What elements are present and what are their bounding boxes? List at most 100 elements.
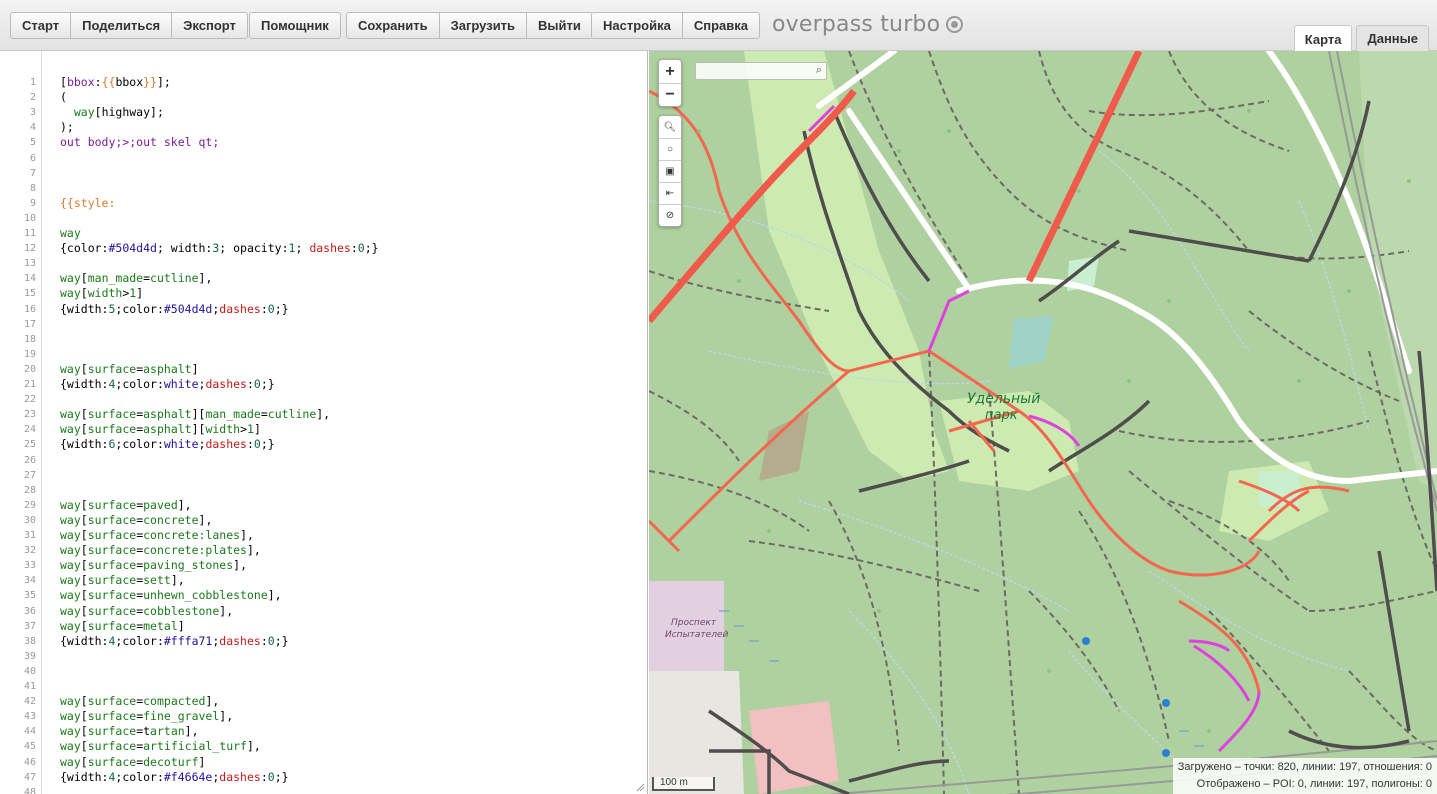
code-text[interactable]: out body;>;out skel qt; [60,135,219,150]
code-line[interactable]: 42 way[surface=compacted], [0,694,640,709]
code-line[interactable]: 2( [0,90,640,105]
tab-map[interactable]: Карта [1293,25,1353,52]
code-line[interactable]: 7 [0,166,640,181]
code-text[interactable]: way[surface=sett], [60,573,185,588]
code-line[interactable]: 46 way[surface=decoturf] [0,755,640,770]
search-icon[interactable]: 🔍︎ [659,116,681,138]
code-text[interactable]: way[surface=unhewn_cobblestone], [60,588,282,603]
code-line[interactable]: 28 [0,483,640,498]
code-line[interactable]: 39 [0,649,640,664]
code-text[interactable]: way[surface=compacted], [60,694,219,709]
export-button[interactable]: Экспорт [172,12,248,39]
zoom-out-button[interactable]: − [659,83,681,106]
load-button[interactable]: Загрузить [439,12,528,39]
code-line[interactable]: 24 way[surface=asphalt][width>1] [0,422,640,437]
code-line[interactable]: 38 {width:4;color:#fffa71;dashes:0;} [0,634,640,649]
code-line[interactable]: 21 {width:4;color:white;dashes:0;} [0,377,640,392]
code-text[interactable]: way[surface=concrete:lanes], [60,528,254,543]
code-line[interactable]: 17 [0,317,640,332]
code-text[interactable]: ( [60,90,67,105]
code-text[interactable]: way[highway]; [60,105,164,120]
code-text[interactable]: {width:5;color:#504d4d;dashes:0;} [60,302,289,317]
code-line[interactable]: 23 way[surface=asphalt][man_made=cutline]… [0,407,640,422]
code-line[interactable]: 9 {{style: [0,196,640,211]
code-line[interactable]: 32 way[surface=concrete:plates], [0,543,640,558]
code-text[interactable]: ); [60,120,74,135]
code-line[interactable]: 44 way[surface=tartan], [0,724,640,739]
code-line[interactable]: 19 [0,347,640,362]
code-text[interactable]: way [60,226,81,241]
code-text[interactable]: way[surface=fine_gravel], [60,709,233,724]
code-line[interactable]: 22 [0,392,640,407]
code-line[interactable]: 37 way[surface=metal] [0,619,640,634]
map-canvas[interactable] [649,51,1437,794]
code-text[interactable]: way[surface=asphalt] [60,362,199,377]
code-line[interactable]: 30 way[surface=concrete], [0,513,640,528]
settings-button[interactable]: Настройка [591,12,683,39]
locate-icon[interactable]: ○ [659,138,681,160]
code-line[interactable]: 6 [0,151,640,166]
save-button[interactable]: Сохранить [346,12,440,39]
code-line[interactable]: 8 [0,181,640,196]
code-text[interactable]: way[surface=paving_stones], [60,558,247,573]
code-text[interactable]: {width:4;color:#f4664e;dashes:0;} [60,770,289,785]
code-text[interactable]: way[surface=decoturf] [60,755,205,770]
code-line[interactable]: 15 way[width>1] [0,286,640,301]
logout-button[interactable]: Выйти [527,12,593,39]
code-line[interactable]: 43 way[surface=fine_gravel], [0,709,640,724]
code-line[interactable]: 26 [0,453,640,468]
code-text[interactable]: [bbox:{{bbox}}]; [60,75,171,90]
code-line[interactable]: 4); [0,120,640,135]
code-text[interactable]: way[surface=paved], [60,498,192,513]
code-line[interactable]: 3 way[highway]; [0,105,640,120]
code-text[interactable]: way[surface=concrete], [60,513,212,528]
code-text[interactable]: way[surface=asphalt][man_made=cutline], [60,407,330,422]
code-text[interactable]: {width:4;color:white;dashes:0;} [60,377,275,392]
code-line[interactable]: 33 way[surface=paving_stones], [0,558,640,573]
code-text[interactable]: way[surface=tartan], [60,724,199,739]
code-line[interactable]: 41 [0,679,640,694]
code-line[interactable]: 40 [0,664,640,679]
clear-icon[interactable]: ⊘ [659,204,681,226]
map-view[interactable]: Удельный парк Проспект Испытателей ⌕ + −… [649,51,1437,794]
code-line[interactable]: 16 {width:5;color:#504d4d;dashes:0;} [0,302,640,317]
code-line[interactable]: 5 out body;>;out skel qt; [0,135,640,150]
code-text[interactable]: way[surface=metal] [60,619,185,634]
code-line[interactable]: 29 way[surface=paved], [0,498,640,513]
code-line[interactable]: 14 way[man_made=cutline], [0,271,640,286]
help-button[interactable]: Справка [682,12,760,39]
code-line[interactable]: 47 {width:4;color:#f4664e;dashes:0;} [0,770,640,785]
code-line[interactable]: 34 way[surface=sett], [0,573,640,588]
fit-icon[interactable]: ⇤ [659,182,681,204]
code-line[interactable]: 10 [0,211,640,226]
code-line[interactable]: 1 [bbox:{{bbox}}]; [0,75,640,90]
code-text[interactable]: way[surface=concrete:plates], [60,543,261,558]
code-text[interactable]: way[man_made=cutline], [60,271,212,286]
code-text[interactable]: way[width>1] [60,286,143,301]
code-line[interactable]: 48 [0,785,640,794]
wizard-button[interactable]: Помощник [249,12,341,39]
code-line[interactable]: 36 way[surface=cobblestone], [0,604,640,619]
image-icon[interactable]: ▣ [659,160,681,182]
zoom-in-button[interactable]: + [659,60,681,83]
code-text[interactable]: {width:6;color:white;dashes:0;} [60,437,275,452]
start-button[interactable]: Старт [10,12,72,39]
code-text[interactable]: {width:4;color:#fffa71;dashes:0;} [60,634,289,649]
code-line[interactable]: 35 way[surface=unhewn_cobblestone], [0,588,640,603]
code-editor[interactable]: 1 [bbox:{{bbox}}]; 2(3 way[highway]; 4); 5 ou… [0,51,648,794]
code-text[interactable]: way[surface=artificial_turf], [60,739,261,754]
code-line[interactable]: 31 way[surface=concrete:lanes], [0,528,640,543]
code-line[interactable]: 27 [0,468,640,483]
code-line[interactable]: 45 way[surface=artificial_turf], [0,739,640,754]
tab-data[interactable]: Данные [1356,25,1429,51]
code-text[interactable]: {{style: [60,196,115,211]
code-text[interactable]: {color:#504d4d; width:3; opacity:1; dash… [60,241,379,256]
code-line[interactable]: 13 [0,256,640,271]
code-line[interactable]: 18 [0,332,640,347]
map-search-input[interactable]: ⌕ [695,62,827,80]
code-line[interactable]: 12 {color:#504d4d; width:3; opacity:1; da… [0,241,640,256]
share-button[interactable]: Поделиться [71,12,173,39]
resize-grip-icon[interactable] [635,782,645,792]
code-text[interactable]: way[surface=cobblestone], [60,604,233,619]
code-line[interactable]: 25 {width:6;color:white;dashes:0;} [0,437,640,452]
